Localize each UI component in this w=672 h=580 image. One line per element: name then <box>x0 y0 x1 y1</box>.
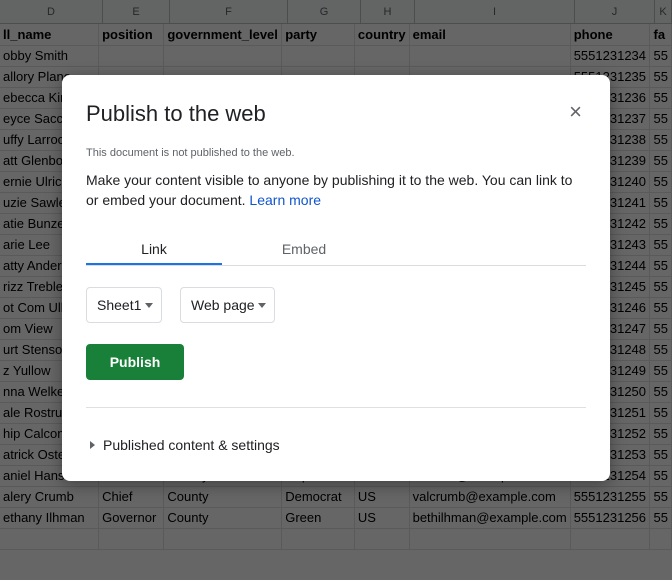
published-content-expander[interactable]: Published content & settings <box>90 437 280 453</box>
tab-embed[interactable]: Embed <box>236 235 372 265</box>
learn-more-link[interactable]: Learn more <box>249 192 321 208</box>
tab-bar: Link Embed <box>86 235 586 266</box>
format-select-value: Web page <box>191 297 255 313</box>
publish-status: This document is not published to the we… <box>86 147 295 159</box>
dialog-description: Make your content visible to anyone by p… <box>86 170 586 210</box>
publish-dialog: Publish to the web × This document is no… <box>62 75 610 481</box>
tab-link[interactable]: Link <box>86 235 222 265</box>
divider <box>86 407 586 408</box>
chevron-down-icon <box>258 303 266 308</box>
dialog-title: Publish to the web <box>86 101 266 126</box>
triangle-right-icon <box>90 441 95 450</box>
close-icon[interactable]: × <box>569 101 582 123</box>
publish-button[interactable]: Publish <box>86 344 184 380</box>
format-select[interactable]: Web page <box>180 287 275 323</box>
expander-label: Published content & settings <box>103 437 280 453</box>
sheet-select[interactable]: Sheet1 <box>86 287 162 323</box>
chevron-down-icon <box>145 303 153 308</box>
sheet-select-value: Sheet1 <box>97 297 142 313</box>
description-text: Make your content visible to anyone by p… <box>86 172 573 208</box>
